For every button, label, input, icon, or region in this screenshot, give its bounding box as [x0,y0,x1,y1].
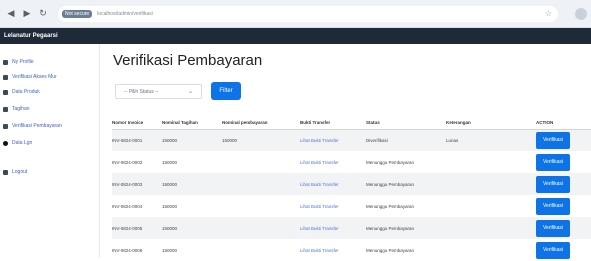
payments-table: Nomor Invoice Nominal Tagihan Nominal pe… [112,116,591,261]
keterangan-cell [446,173,536,195]
col-header-action: ACTION [536,116,591,130]
sidebar-item-logout[interactable]: Logout [3,169,27,175]
sidebar-item-label: Ny Profile [12,59,34,65]
action-cell: Verifikasi [536,195,591,217]
col-header-tagihan: Nominal Tagihan [162,116,222,130]
pembayaran-cell [222,217,300,239]
sidebar-item-label: Logout [12,169,28,175]
sidebar-item-label: Data Produk [12,89,40,95]
chevron-down-icon: ⌄ [187,89,193,95]
list-icon [3,74,8,80]
keterangan-cell [446,217,536,239]
pembayaran-cell [222,151,300,173]
tagihan-cell: 150000 [162,159,178,165]
pembayaran-cell: 150000 [222,129,300,151]
pembayaran-cell [222,195,300,217]
keterangan-cell [446,195,536,217]
action-cell: Verifikasi [536,129,591,151]
tagihan-cell: 150000 [162,203,178,209]
sidebar-item-verifikasi-pembayaran[interactable]: Verifikasi Pembayaran [3,123,62,129]
status-cell: Diverifikasi [366,129,446,151]
app-brand[interactable]: Lelanatur Pegaarsi [4,33,58,39]
sidebar-item-label: Data Lgn [12,140,33,146]
not-secure-badge: Not secure [62,9,93,18]
page-title: Verifikasi Pembayaran [113,52,263,69]
bookmark-star-icon[interactable]: ☆ [545,9,552,18]
sidebar-item-profile[interactable]: Ny Profile [3,59,34,65]
table-header-row: Nomor Invoice Nominal Tagihan Nominal pe… [112,116,591,130]
verifikasi-button[interactable]: Verifikasi [536,175,570,193]
col-header-invoice: Nomor Invoice [112,116,162,130]
invoice-cell: INV-0824-0005 [112,217,162,239]
sidebar: Ny Profile Verifikasi Akses Mur Data Pro… [0,44,100,258]
verifikasi-button[interactable]: Verifikasi [536,197,570,215]
tagihan-cell: 150000 [162,129,222,151]
sidebar-item-label: Tagihan [12,106,30,112]
status-cell: Menunggu Pembayaran [366,159,415,165]
col-header-bukti: Bukti Transfer [300,116,366,130]
keterangan-cell [446,151,536,173]
address-bar[interactable]: Not secure localhost/admin/verifikasi ☆ [58,5,558,22]
invoice-cell: INV-0824-0001 [112,129,162,151]
table-row: INV-0824-0005 150000 Lihat Bukti Transfe… [112,217,591,239]
sidebar-item-tagihan[interactable]: Tagihan [3,106,30,112]
table-row: INV-0824-0003 150000 Lihat Bukti Transfe… [112,173,591,195]
reload-icon[interactable]: ↻ [38,8,48,19]
status-cell: Menunggu Pembayaran [366,217,446,239]
verifikasi-button[interactable]: Verifikasi [536,241,570,259]
box-icon [3,89,8,95]
sidebar-item-verifikasi-akses[interactable]: Verifikasi Akses Mur [3,74,57,80]
table-row: INV-0824-0002 150000 Lihat Bukti Transfe… [112,151,591,173]
col-header-status: Status [366,116,446,130]
dot-icon [3,140,8,146]
col-header-pembayaran: Nominal pembayaran [222,116,300,130]
bukti-transfer-link[interactable]: Lihat Bukti Transfer [300,151,366,173]
status-select-value: -- Pilih Status -- [124,88,159,95]
status-cell: Menunggu Pembayaran [366,173,446,195]
pembayaran-cell [222,173,300,195]
back-arrow-icon[interactable]: ◀ [6,8,16,19]
col-header-keterangan: Keterangan [446,116,536,130]
keterangan-cell: Lunas [446,129,536,151]
invoice-cell: INV-0824-0003 [112,173,162,195]
filter-button[interactable]: Filter [211,82,241,100]
check-icon [3,123,8,129]
verifikasi-button[interactable]: Verifikasi [536,131,570,149]
bukti-transfer-link[interactable]: Lihat Bukti Transfer [300,217,366,239]
bukti-transfer-link[interactable]: Lihat Bukti Transfer [300,129,366,151]
profile-avatar-icon[interactable] [575,8,587,20]
user-icon [3,59,8,65]
invoice-cell: INV-0824-0004 [112,203,143,209]
url-text[interactable]: localhost/admin/verifikasi [97,11,153,17]
logout-icon [3,169,8,175]
table-row: INV-0824-0004 150000 Lihat Bukti Transfe… [112,195,591,217]
bukti-transfer-link[interactable]: Lihat Bukti Transfer [300,195,366,217]
sidebar-item-label: Verifikasi Pembayaran [12,123,62,129]
verifikasi-button[interactable]: Verifikasi [536,219,570,237]
forward-arrow-icon[interactable]: ▶ [22,8,32,19]
invoice-cell: INV-0824-0002 [112,159,143,165]
status-cell: Menunggu Pembayaran [366,203,415,209]
browser-toolbar: ◀ ▶ ↻ Not secure localhost/admin/verifik… [0,0,591,28]
verifikasi-button[interactable]: Verifikasi [536,153,570,171]
tagihan-cell: 150000 [162,217,222,239]
bukti-transfer-link[interactable]: Lihat Bukti Transfer [300,173,366,195]
document-icon [3,106,8,112]
action-cell: Verifikasi [536,217,591,239]
sidebar-item-label: Verifikasi Akses Mur [12,74,57,80]
app-header: Lelanatur Pegaarsi [0,28,591,44]
sidebar-item-data-produk[interactable]: Data Produk [3,89,40,95]
action-cell: Verifikasi [536,173,591,195]
tagihan-cell: 150000 [162,173,222,195]
action-cell: Verifikasi [536,151,591,173]
table-row: INV-0824-0001 150000 150000 Lihat Bukti … [112,129,591,151]
status-filter-select[interactable]: -- Pilih Status -- ⌄ [115,84,202,99]
sidebar-item-data-lgn[interactable]: Data Lgn [3,140,32,146]
